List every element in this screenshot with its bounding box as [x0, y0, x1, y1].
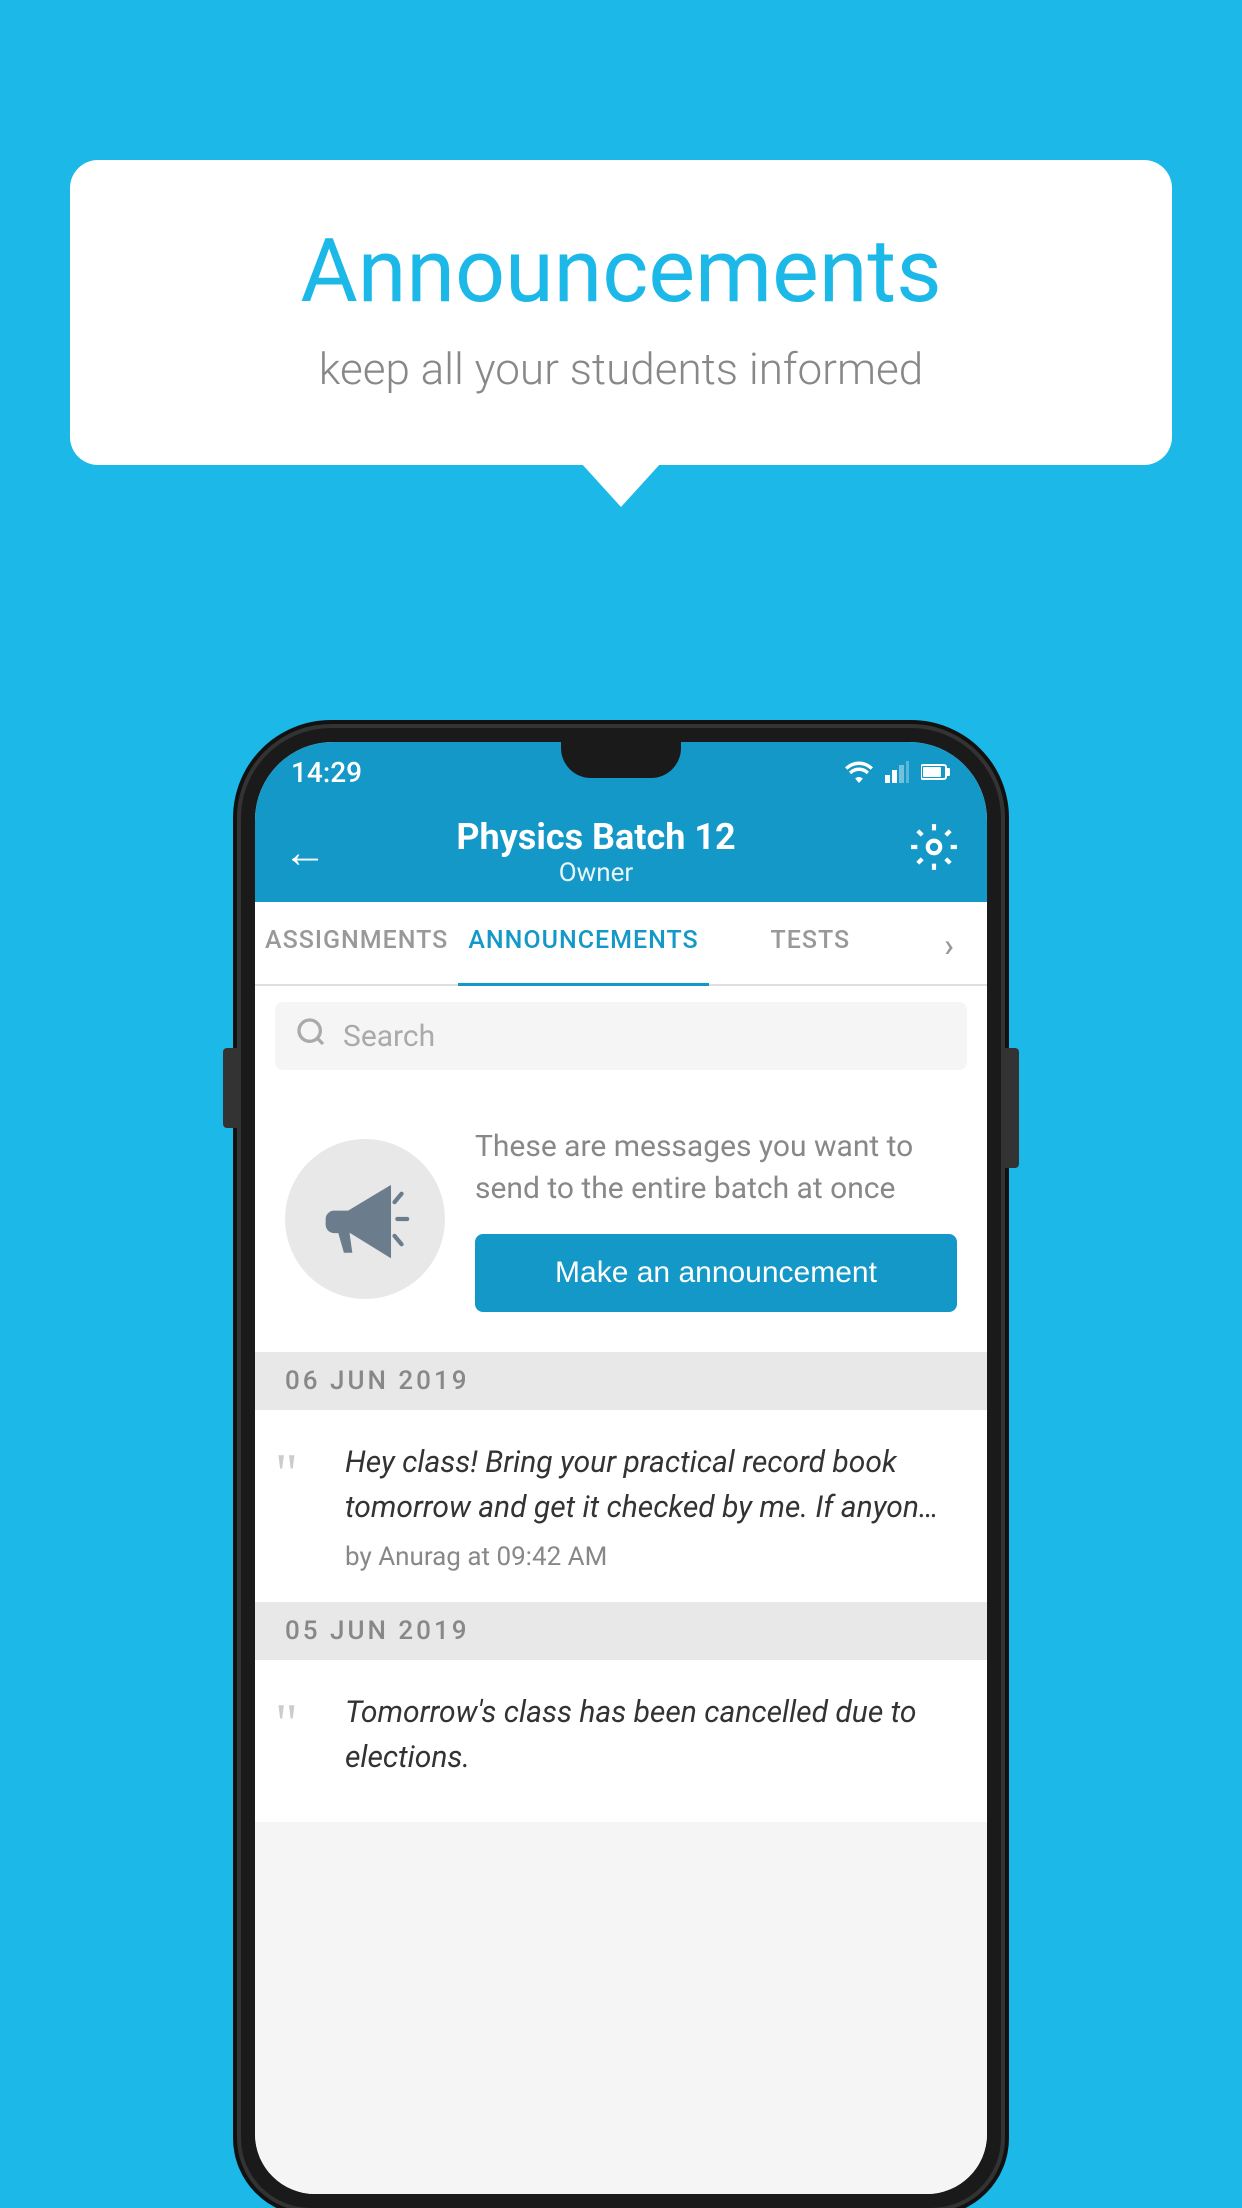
status-icons: [845, 761, 951, 783]
announcement-content-1: Hey class! Bring your practical record b…: [345, 1440, 957, 1572]
announcement-icon-circle: [285, 1139, 445, 1299]
status-bar: 14:29: [255, 742, 987, 802]
announcement-text-2: Tomorrow's class has been cancelled due …: [345, 1690, 957, 1780]
tab-tests[interactable]: TESTS: [709, 902, 912, 984]
back-button[interactable]: ←: [283, 826, 343, 878]
tabs-bar: ASSIGNMENTS ANNOUNCEMENTS TESTS ›: [255, 902, 987, 986]
promo-card: These are messages you want to send to t…: [255, 1086, 987, 1352]
announcement-text-1: Hey class! Bring your practical record b…: [345, 1440, 957, 1530]
speech-bubble-section: Announcements keep all your students inf…: [70, 160, 1172, 465]
quote-icon-1: ": [275, 1446, 325, 1502]
search-bar-wrapper: Search: [255, 986, 987, 1086]
battery-icon: [921, 763, 951, 781]
bubble-subtitle: keep all your students informed: [150, 343, 1092, 395]
announcement-item-2[interactable]: " Tomorrow's class has been cancelled du…: [255, 1660, 987, 1822]
speech-bubble-card: Announcements keep all your students inf…: [70, 160, 1172, 465]
tab-assignments[interactable]: ASSIGNMENTS: [255, 902, 458, 984]
search-bar[interactable]: Search: [275, 1002, 967, 1070]
app-bar: ← Physics Batch 12 Owner: [255, 802, 987, 902]
promo-right: These are messages you want to send to t…: [475, 1126, 957, 1312]
app-bar-title: Physics Batch 12: [343, 816, 849, 858]
bubble-title: Announcements: [150, 220, 1092, 323]
date-separator-2: 05 JUN 2019: [255, 1602, 987, 1660]
date-separator-1: 06 JUN 2019: [255, 1352, 987, 1410]
phone-frame: 14:29: [241, 728, 1001, 2208]
promo-description: These are messages you want to send to t…: [475, 1126, 957, 1210]
settings-icon[interactable]: [909, 822, 959, 883]
announcement-content-2: Tomorrow's class has been cancelled due …: [345, 1690, 957, 1792]
tab-more[interactable]: ›: [912, 902, 987, 984]
app-bar-title-group: Physics Batch 12 Owner: [343, 816, 849, 888]
screen-content: Search These are messages you want to se…: [255, 986, 987, 2194]
quote-icon-2: ": [275, 1696, 325, 1752]
announcement-item-1[interactable]: " Hey class! Bring your practical record…: [255, 1410, 987, 1602]
app-bar-subtitle: Owner: [343, 858, 849, 888]
gear-icon: [909, 822, 959, 872]
search-icon: [295, 1016, 327, 1056]
announcement-meta-1: by Anurag at 09:42 AM: [345, 1542, 957, 1572]
megaphone-icon: [320, 1174, 410, 1264]
search-placeholder: Search: [343, 1019, 435, 1054]
phone-screen: 14:29: [255, 742, 987, 2194]
wifi-icon: [845, 761, 873, 783]
make-announcement-button[interactable]: Make an announcement: [475, 1234, 957, 1312]
tab-announcements[interactable]: ANNOUNCEMENTS: [458, 902, 708, 984]
notch: [561, 742, 681, 778]
status-time: 14:29: [291, 756, 362, 789]
signal-icon: [885, 761, 909, 783]
